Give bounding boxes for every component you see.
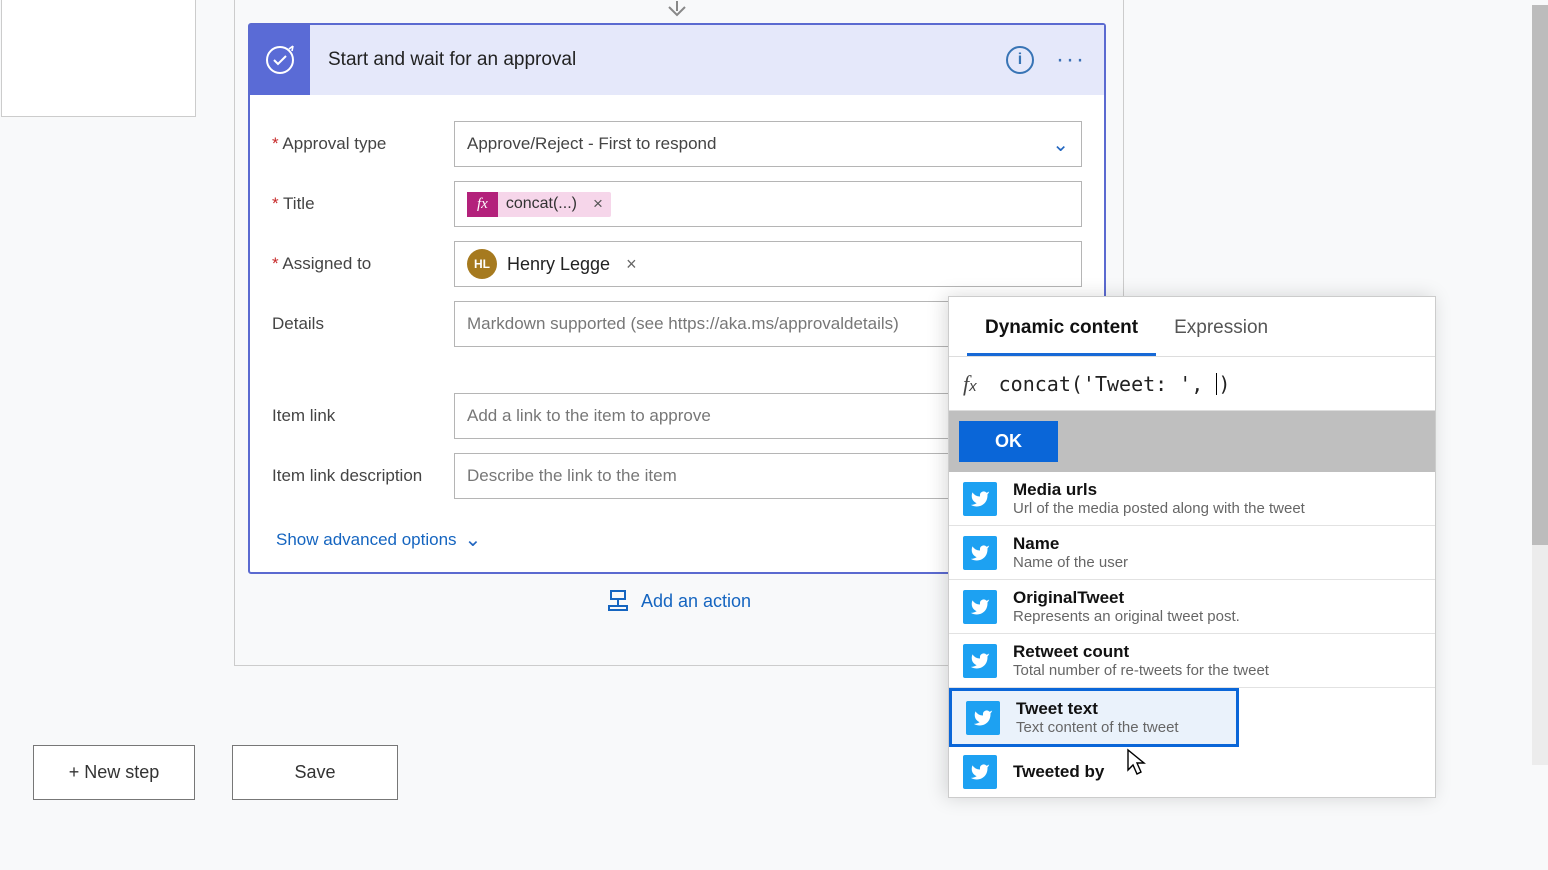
approval-type-label: Approval type [272,134,454,154]
save-label: Save [294,762,335,783]
ok-button[interactable]: OK [959,421,1058,462]
twitter-icon [963,644,997,678]
dyn-item-desc: Total number of re-tweets for the tweet [1013,662,1269,679]
twitter-icon [963,536,997,570]
dyn-item-name[interactable]: NameName of the user [949,526,1435,580]
assigned-to-label: Assigned to [272,254,454,274]
dyn-item-tweeted-by[interactable]: Tweeted by [949,747,1435,797]
formula-bar[interactable]: fx concat('Tweet: ', ) [949,357,1435,411]
item-link-placeholder: Add a link to the item to approve [467,406,711,426]
approval-icon [250,25,310,95]
add-action-button[interactable]: Add an action [607,590,751,612]
new-step-button[interactable]: + New step [33,745,195,800]
formula-text: concat('Tweet: ', ) [999,372,1231,396]
dyn-item-name: Retweet count [1013,642,1269,662]
fx-icon: fx [467,192,498,217]
card-title: Start and wait for an approval [310,49,1006,71]
title-field[interactable]: fx concat(...) × [454,181,1082,227]
show-advanced-options-link[interactable]: Show advanced options ⌄ [272,513,485,572]
info-icon[interactable]: i [1006,46,1034,74]
approval-type-value: Approve/Reject - First to respond [467,134,716,154]
show-advanced-label: Show advanced options [276,530,457,550]
dyn-item-name: Tweeted by [1013,762,1104,782]
details-label: Details [272,314,454,334]
dyn-tabs: Dynamic content Expression [949,297,1435,357]
save-button[interactable]: Save [232,745,398,800]
dyn-item-name: Media urls [1013,480,1305,500]
add-action-label: Add an action [641,591,751,612]
item-link-desc-placeholder: Describe the link to the item [467,466,677,486]
dyn-item-media-urls[interactable]: Media urlsUrl of the media posted along … [949,472,1435,526]
more-menu-icon[interactable]: ··· [1056,46,1086,74]
tab-expression[interactable]: Expression [1156,307,1286,356]
new-step-label: + New step [69,762,160,783]
chevron-down-icon: ⌄ [1052,132,1069,157]
assigned-to-field[interactable]: HL Henry Legge × [454,241,1082,287]
twitter-icon [963,590,997,624]
person-chip[interactable]: HL Henry Legge × [467,249,637,279]
add-action-icon [607,590,629,612]
fx-icon: fx [963,371,977,397]
token-remove-icon[interactable]: × [585,194,611,214]
title-label: Title [272,194,454,214]
dyn-item-retweet-count[interactable]: Retweet countTotal number of re-tweets f… [949,634,1435,688]
empty-panel [1,0,196,117]
item-link-desc-label: Item link description [272,466,454,486]
dyn-item-name: Name [1013,534,1128,554]
dyn-item-originaltweet[interactable]: OriginalTweetRepresents an original twee… [949,580,1435,634]
dyn-item-tweet-text[interactable]: Tweet textText content of the tweet [949,688,1239,747]
connector-arrow-icon [248,0,1106,23]
details-placeholder: Markdown supported (see https://aka.ms/a… [467,314,899,334]
approval-type-select[interactable]: Approve/Reject - First to respond ⌄ [454,121,1082,167]
twitter-icon [966,701,1000,735]
dyn-item-desc: Represents an original tweet post. [1013,608,1240,625]
twitter-icon [963,482,997,516]
tab-dynamic-content[interactable]: Dynamic content [967,307,1156,356]
dyn-item-name: OriginalTweet [1013,588,1240,608]
card-header[interactable]: Start and wait for an approval i ··· [250,25,1104,95]
chevron-down-icon: ⌄ [465,527,482,552]
dyn-item-desc: Name of the user [1013,554,1128,571]
twitter-icon [963,755,997,789]
dyn-item-desc: Url of the media posted along with the t… [1013,500,1305,517]
person-name: Henry Legge [507,254,610,275]
avatar: HL [467,249,497,279]
dyn-item-name: Tweet text [1016,699,1179,719]
person-remove-icon[interactable]: × [626,254,637,275]
dyn-item-desc: Text content of the tweet [1016,719,1179,736]
item-link-label: Item link [272,406,454,426]
expression-token-text: concat(...) [498,195,585,213]
dynamic-content-list: Media urlsUrl of the media posted along … [949,472,1435,797]
dynamic-content-panel: Dynamic content Expression fx concat('Tw… [948,296,1436,798]
expression-token[interactable]: fx concat(...) × [467,192,611,217]
ok-row: OK [949,411,1435,472]
scrollbar-thumb[interactable] [1532,5,1548,545]
